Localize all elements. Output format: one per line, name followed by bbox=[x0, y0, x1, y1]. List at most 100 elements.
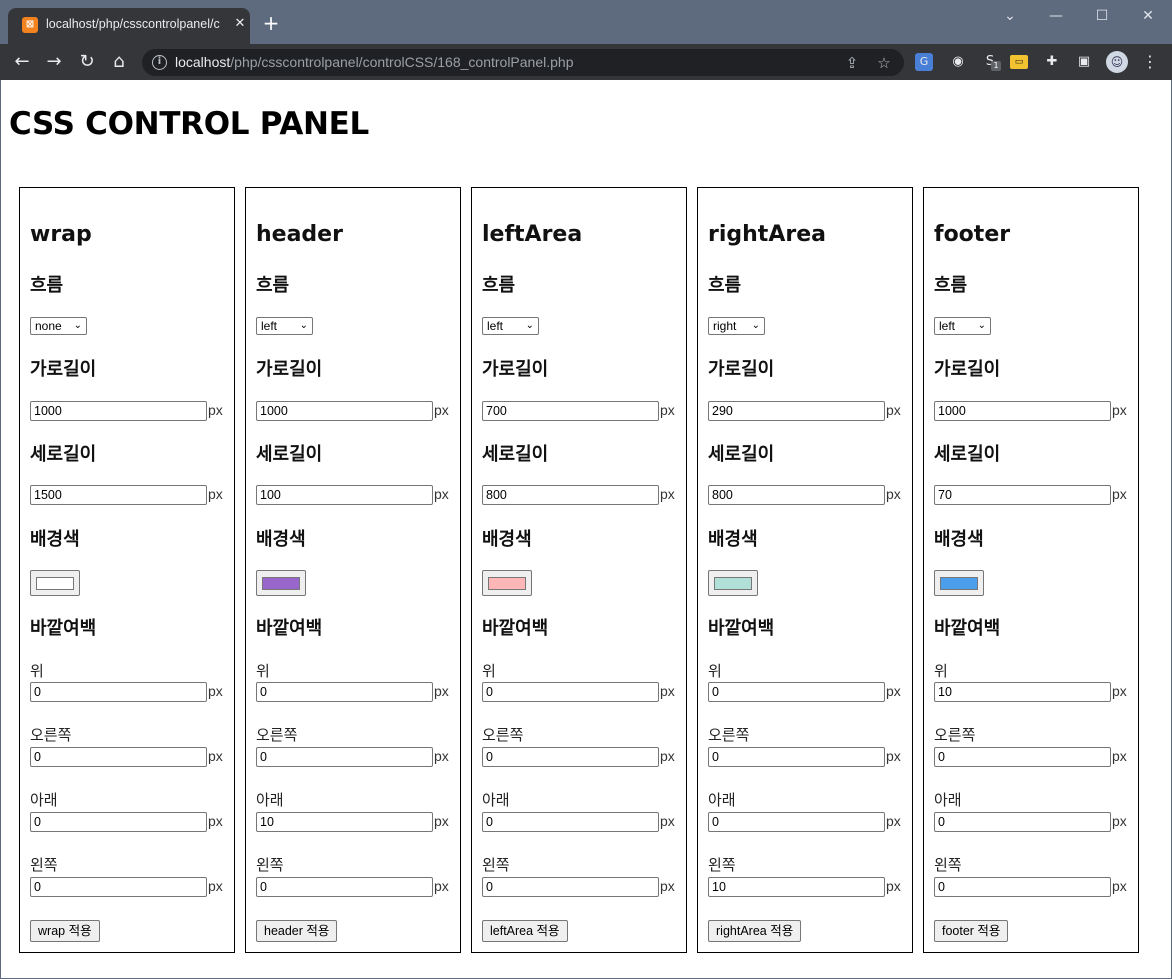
margin-bottom-label: 아래 bbox=[30, 791, 58, 809]
float-select[interactable]: left ⌄ bbox=[256, 317, 313, 335]
profile-avatar[interactable]: ☺ bbox=[1106, 51, 1128, 73]
margin-right-input[interactable]: 0 bbox=[30, 747, 207, 767]
new-tab-icon[interactable]: + bbox=[260, 12, 282, 34]
camera-extension-icon[interactable]: ◉ bbox=[947, 51, 969, 73]
margin-left-label: 왼쪽 bbox=[482, 856, 510, 874]
margin-left-unit: px bbox=[434, 878, 449, 894]
margin-bottom-label: 아래 bbox=[708, 791, 736, 809]
float-select[interactable]: left ⌄ bbox=[934, 317, 991, 335]
bg-color-picker[interactable] bbox=[482, 570, 532, 596]
margin-right-input[interactable]: 0 bbox=[482, 747, 659, 767]
bg-color-picker[interactable] bbox=[708, 570, 758, 596]
forward-icon[interactable]: → bbox=[42, 50, 66, 74]
height-input[interactable]: 800 bbox=[708, 485, 885, 505]
bg-color-picker[interactable] bbox=[256, 570, 306, 596]
margin-bottom-input[interactable]: 0 bbox=[934, 812, 1111, 832]
color-swatch bbox=[940, 577, 978, 590]
reload-icon[interactable]: ↻ bbox=[75, 50, 99, 74]
margin-top-input[interactable]: 10 bbox=[934, 682, 1111, 702]
bg-color-picker[interactable] bbox=[934, 570, 984, 596]
margin-right-input[interactable]: 0 bbox=[256, 747, 433, 767]
margin-heading: 바깥여백 bbox=[256, 618, 323, 639]
margin-bottom-input[interactable]: 10 bbox=[256, 812, 433, 832]
chevron-down-icon: ⌄ bbox=[525, 320, 534, 331]
color-swatch bbox=[262, 577, 300, 590]
extensions-puzzle-icon[interactable]: ✚ bbox=[1041, 51, 1063, 73]
height-input[interactable]: 100 bbox=[256, 485, 433, 505]
window-close-icon[interactable]: ✕ bbox=[1133, 6, 1163, 26]
height-heading: 세로길이 bbox=[482, 444, 549, 465]
margin-bottom-label: 아래 bbox=[256, 791, 284, 809]
menu-kebab-icon[interactable]: ⋮ bbox=[1139, 51, 1161, 73]
margin-left-input[interactable]: 0 bbox=[934, 877, 1111, 897]
margin-top-label: 위 bbox=[708, 662, 722, 680]
apply-button[interactable]: wrap 적용 bbox=[30, 920, 100, 942]
translate-extension-icon[interactable]: G bbox=[915, 53, 933, 71]
xampp-icon: ⊠ bbox=[22, 17, 38, 33]
float-heading: 흐름 bbox=[482, 275, 516, 296]
chevron-down-icon: ⌄ bbox=[751, 320, 760, 331]
width-heading: 가로길이 bbox=[482, 359, 549, 380]
margin-top-label: 위 bbox=[482, 662, 496, 680]
folder-extension-icon[interactable]: ▭ bbox=[1010, 55, 1028, 69]
width-input[interactable]: 700 bbox=[482, 401, 659, 421]
margin-top-input[interactable]: 0 bbox=[256, 682, 433, 702]
width-input[interactable]: 290 bbox=[708, 401, 885, 421]
apply-button[interactable]: footer 적용 bbox=[934, 920, 1009, 942]
bg-color-heading: 배경색 bbox=[482, 529, 532, 550]
home-icon[interactable]: ⌂ bbox=[107, 50, 131, 74]
margin-bottom-input[interactable]: 0 bbox=[482, 812, 659, 832]
margin-heading: 바깥여백 bbox=[30, 618, 97, 639]
address-bar[interactable]: i localhost/php/csscontrolpanel/controlC… bbox=[142, 49, 904, 76]
height-input[interactable]: 70 bbox=[934, 485, 1111, 505]
tab-title: localhost/php/csscontrolpanel/c bbox=[46, 17, 220, 31]
height-input[interactable]: 1500 bbox=[30, 485, 207, 505]
margin-top-input[interactable]: 0 bbox=[708, 682, 885, 702]
width-unit: px bbox=[434, 402, 449, 418]
browser-titlebar: ⊠ localhost/php/csscontrolpanel/c ✕ + ⌄ … bbox=[0, 0, 1172, 44]
bg-color-picker[interactable] bbox=[30, 570, 80, 596]
url-text[interactable]: localhost/php/csscontrolpanel/controlCSS… bbox=[175, 54, 573, 70]
width-input[interactable]: 1000 bbox=[934, 401, 1111, 421]
margin-bottom-input[interactable]: 0 bbox=[708, 812, 885, 832]
margin-left-unit: px bbox=[886, 878, 901, 894]
apply-button[interactable]: header 적용 bbox=[256, 920, 338, 942]
width-input[interactable]: 1000 bbox=[30, 401, 207, 421]
panel-footer: footer 흐름 left ⌄ 가로길이 1000 px 세로길이 70 px … bbox=[923, 187, 1139, 953]
margin-left-input[interactable]: 0 bbox=[30, 877, 207, 897]
s-extension-icon[interactable]: S1 bbox=[979, 51, 1001, 73]
margin-left-input[interactable]: 0 bbox=[482, 877, 659, 897]
close-tab-icon[interactable]: ✕ bbox=[232, 16, 248, 32]
float-select[interactable]: left ⌄ bbox=[482, 317, 539, 335]
margin-left-label: 왼쪽 bbox=[934, 856, 962, 874]
margin-left-input[interactable]: 10 bbox=[708, 877, 885, 897]
tab-search-icon[interactable]: ⌄ bbox=[995, 6, 1025, 26]
float-select[interactable]: right ⌄ bbox=[708, 317, 765, 335]
apply-button[interactable]: leftArea 적용 bbox=[482, 920, 568, 942]
margin-right-label: 오른쪽 bbox=[708, 726, 750, 744]
height-input[interactable]: 800 bbox=[482, 485, 659, 505]
height-heading: 세로길이 bbox=[708, 444, 775, 465]
browser-tab[interactable]: ⊠ localhost/php/csscontrolpanel/c ✕ bbox=[8, 8, 250, 44]
margin-top-unit: px bbox=[434, 683, 449, 699]
extension-badge: 1 bbox=[991, 61, 1001, 71]
margin-top-input[interactable]: 0 bbox=[30, 682, 207, 702]
width-input[interactable]: 1000 bbox=[256, 401, 433, 421]
share-icon[interactable]: ⇪ bbox=[842, 53, 862, 73]
site-info-icon[interactable]: i bbox=[152, 55, 167, 70]
margin-right-input[interactable]: 0 bbox=[708, 747, 885, 767]
margin-bottom-input[interactable]: 0 bbox=[30, 812, 207, 832]
margin-top-input[interactable]: 0 bbox=[482, 682, 659, 702]
margin-heading: 바깥여백 bbox=[708, 618, 775, 639]
margin-left-input[interactable]: 0 bbox=[256, 877, 433, 897]
margin-left-unit: px bbox=[1112, 878, 1127, 894]
width-heading: 가로길이 bbox=[256, 359, 323, 380]
side-panel-icon[interactable]: ▣ bbox=[1073, 51, 1095, 73]
float-select[interactable]: none ⌄ bbox=[30, 317, 87, 335]
apply-button[interactable]: rightArea 적용 bbox=[708, 920, 802, 942]
back-icon[interactable]: ← bbox=[10, 50, 34, 74]
bookmark-star-icon[interactable]: ☆ bbox=[874, 53, 894, 73]
maximize-icon[interactable]: ☐ bbox=[1087, 6, 1117, 26]
minimize-icon[interactable]: — bbox=[1041, 6, 1071, 26]
margin-right-input[interactable]: 0 bbox=[934, 747, 1111, 767]
